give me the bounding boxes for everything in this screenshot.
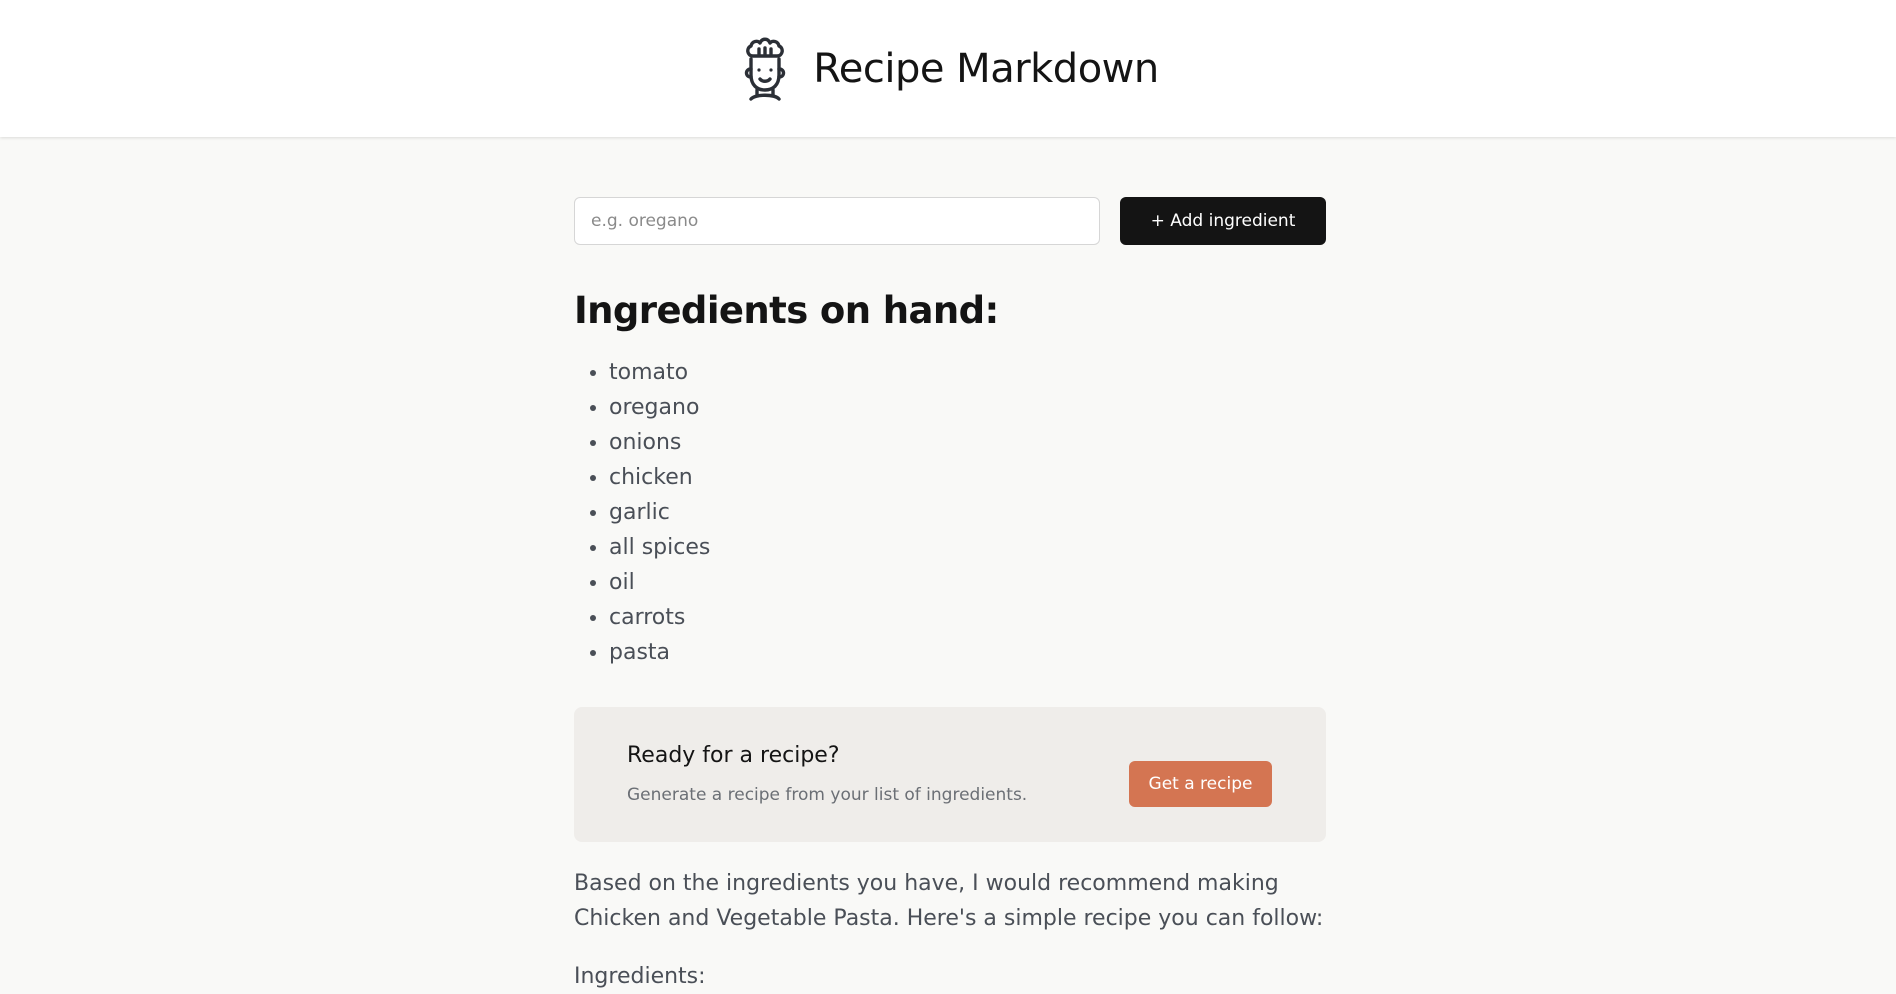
recipe-panel-subtext: Generate a recipe from your list of ingr…	[627, 785, 1028, 805]
recipe-panel-heading: Ready for a recipe?	[627, 743, 840, 768]
recipe-response-intro: Based on the ingredients you have, I wou…	[574, 871, 1324, 931]
ingredients-heading: Ingredients on hand:	[574, 289, 999, 332]
ingredient-item: garlic	[609, 495, 1326, 530]
ingredient-item: carrots	[609, 600, 1326, 635]
ingredient-item: chicken	[609, 460, 1326, 495]
recipe-prompt-panel: Ready for a recipe? Generate a recipe fr…	[574, 707, 1326, 842]
recipe-response-next-line: Ingredients:	[574, 964, 706, 989]
ingredient-item: oregano	[609, 390, 1326, 425]
main-content: + Add ingredient Ingredients on hand: to…	[574, 197, 1326, 994]
ingredient-item: pasta	[609, 635, 1326, 670]
chef-icon	[745, 37, 786, 101]
get-recipe-button[interactable]: Get a recipe	[1129, 761, 1272, 807]
ingredients-list: tomato oregano onions chicken garlic all…	[574, 355, 1326, 670]
add-ingredient-button[interactable]: + Add ingredient	[1120, 197, 1326, 245]
ingredient-item: onions	[609, 425, 1326, 460]
ingredient-item: oil	[609, 565, 1326, 600]
app-title: Recipe Markdown	[813, 45, 1159, 92]
ingredient-input[interactable]	[574, 197, 1100, 245]
add-ingredient-form: + Add ingredient	[574, 197, 1326, 245]
ingredient-item: tomato	[609, 355, 1326, 390]
brand: Recipe Markdown	[737, 37, 1159, 101]
app-header: Recipe Markdown	[0, 0, 1896, 137]
ingredient-item: all spices	[609, 530, 1326, 565]
